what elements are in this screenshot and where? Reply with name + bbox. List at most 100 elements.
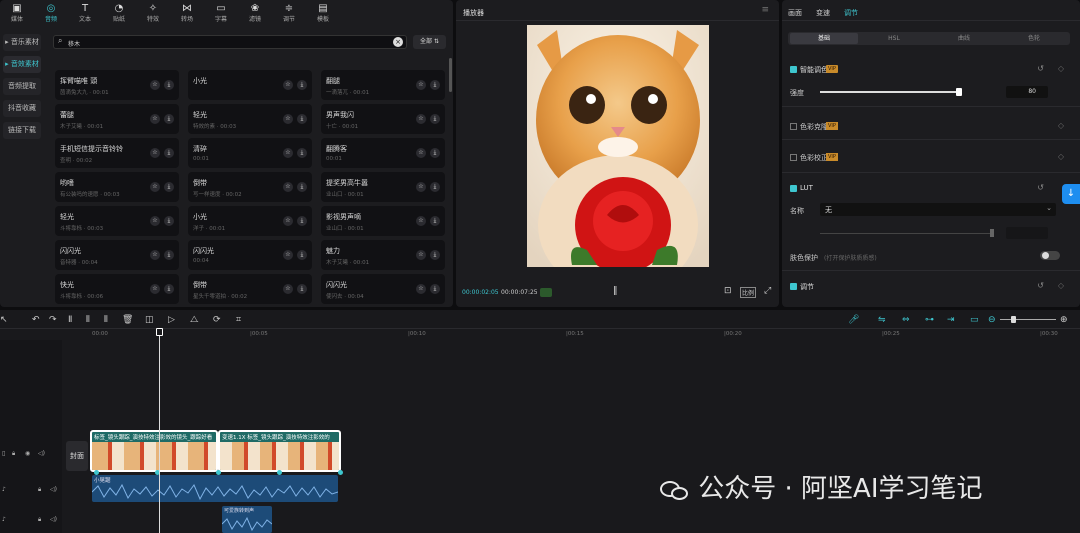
category-item[interactable]: 抖音收藏 (3, 100, 41, 117)
menu-icon[interactable]: ≡ (761, 5, 769, 15)
playhead-handle[interactable] (156, 328, 163, 336)
video-preview[interactable] (527, 25, 709, 267)
download-icon[interactable]: ⤓ (297, 250, 307, 260)
playhead[interactable] (159, 330, 160, 533)
subtab[interactable]: 曲线 (930, 33, 998, 44)
video-clip-1[interactable]: 标签_镜头跟踪_演技特效注影效的镜头_跟踪好看 (90, 430, 218, 472)
download-icon[interactable]: ⤓ (430, 80, 440, 90)
delete-icon[interactable]: 🗑︎ (122, 315, 133, 325)
download-icon[interactable]: ⤓ (297, 148, 307, 158)
favorite-icon[interactable]: ☆ (150, 250, 160, 260)
adjust-checkbox[interactable] (790, 283, 797, 290)
filter-button[interactable]: 全部 ⇅ (413, 35, 446, 49)
tab-audio[interactable]: ◎ 音频 (36, 3, 66, 23)
download-icon[interactable]: ⤓ (297, 114, 307, 124)
speaker-icon[interactable]: ◁) (38, 450, 45, 457)
download-icon[interactable]: ⤓ (430, 216, 440, 226)
intensity-handle[interactable] (956, 88, 962, 96)
download-icon[interactable]: ⤓ (164, 182, 174, 192)
tab-text[interactable]: T 文本 (70, 3, 100, 23)
zoom-slider[interactable] (1000, 319, 1056, 320)
reset-icon[interactable]: ↺ (1037, 281, 1044, 290)
tab-media[interactable]: ▣ 媒体 (2, 3, 32, 23)
favorite-icon[interactable]: ☆ (283, 182, 293, 192)
sound-card[interactable]: 闪闪光 00:04 ☆ ⤓ (188, 240, 312, 270)
caption-track-icon[interactable]: ▭ (970, 315, 979, 325)
favorite-icon[interactable]: ☆ (150, 284, 160, 294)
sound-card[interactable]: 影视男声嘀 业山口 · 00:01 ☆ ⤓ (321, 206, 445, 236)
audio-clip-1[interactable]: 小晃踞 (92, 475, 338, 502)
category-item[interactable]: ▸ 音效素材 (3, 56, 41, 73)
play-range-icon[interactable]: ▷ (168, 315, 175, 325)
download-icon[interactable]: ⤓ (430, 182, 440, 192)
tab-transition[interactable]: ⋈ 转场 (172, 3, 202, 23)
sound-card[interactable]: 哟嗜 有公装吗的速愿 · 00:03 ☆ ⤓ (55, 172, 179, 202)
download-icon[interactable]: ⤓ (430, 148, 440, 158)
tab-sticker[interactable]: ◔ 贴纸 (104, 3, 134, 23)
freeze-icon[interactable]: ◫ (145, 315, 154, 325)
magnet-icon[interactable]: ⇔ (902, 315, 910, 325)
intensity-value[interactable]: 80 (1006, 86, 1048, 98)
favorite-icon[interactable]: ☆ (283, 114, 293, 124)
favorite-icon[interactable]: ☆ (150, 182, 160, 192)
zoom-handle[interactable] (1011, 316, 1016, 323)
download-icon[interactable]: ⤓ (164, 250, 174, 260)
scroll-down-button[interactable]: ↓ (1062, 184, 1080, 204)
favorite-icon[interactable]: ☆ (416, 250, 426, 260)
select-icon[interactable]: ↖ (0, 315, 8, 325)
skin-protect-toggle[interactable] (1040, 251, 1060, 260)
favorite-icon[interactable]: ☆ (416, 182, 426, 192)
sound-card[interactable]: 提奖男高牛嚣 业山口 · 00:01 ☆ ⤓ (321, 172, 445, 202)
split-right-icon[interactable]: ⫴ (104, 315, 108, 325)
favorite-icon[interactable]: ☆ (416, 148, 426, 158)
download-icon[interactable]: ⤓ (297, 284, 307, 294)
download-icon[interactable]: ⤓ (297, 216, 307, 226)
sound-card[interactable]: 清碎 00:01 ☆ ⤓ (188, 138, 312, 168)
download-icon[interactable]: ⤓ (297, 80, 307, 90)
subtab[interactable]: 色轮 (1000, 33, 1068, 44)
sound-card[interactable]: 男声我闪 十亡 · 00:01 ☆ ⤓ (321, 104, 445, 134)
zoom-in-icon[interactable]: ⊕ (1060, 315, 1068, 325)
pause-icon[interactable]: ‖ (613, 286, 618, 296)
category-item[interactable]: 链接下载 (3, 122, 41, 139)
lock-icon[interactable]: 🔒︎ (12, 450, 15, 458)
crop-icon[interactable]: ⌗ (236, 315, 241, 325)
download-icon[interactable]: ⤓ (164, 80, 174, 90)
favorite-icon[interactable]: ☆ (283, 148, 293, 158)
video-clip-2[interactable]: 变速1.1X 标签_镜头跟踪_演技特效注影效的 (218, 430, 341, 472)
category-item[interactable]: 音频提取 (3, 78, 41, 95)
lut-intensity-slider[interactable] (820, 233, 992, 234)
favorite-icon[interactable]: ☆ (150, 80, 160, 90)
favorite-icon[interactable]: ☆ (283, 80, 293, 90)
favorite-icon[interactable]: ☆ (150, 148, 160, 158)
lut-intensity-value[interactable] (1006, 227, 1048, 239)
lock-icon[interactable]: 🔒︎ (38, 516, 41, 524)
favorite-icon[interactable]: ☆ (416, 284, 426, 294)
cover-button[interactable]: 封面 (66, 441, 88, 471)
audio-clip-2[interactable]: 可爱族转到声 (222, 506, 272, 533)
keyframe-dot[interactable] (338, 470, 343, 475)
favorite-icon[interactable]: ☆ (416, 114, 426, 124)
sound-card[interactable]: 倒带 写一样速度 · 00:02 ☆ ⤓ (188, 172, 312, 202)
inspector-tab[interactable]: 变速 (816, 8, 830, 18)
tab-template[interactable]: ▤ 模板 (308, 3, 338, 23)
download-icon[interactable]: ⤓ (164, 148, 174, 158)
download-icon[interactable]: ⤓ (430, 114, 440, 124)
zoom-out-icon[interactable]: ⊖ (988, 315, 996, 325)
sound-card[interactable]: 魅力 木子艾曦 · 00:01 ☆ ⤓ (321, 240, 445, 270)
sound-card[interactable]: 倒带 星头千零道拍 · 00:02 ☆ ⤓ (188, 274, 312, 304)
favorite-icon[interactable]: ☆ (283, 284, 293, 294)
download-icon[interactable]: ⤓ (164, 216, 174, 226)
color-grade-checkbox[interactable] (790, 123, 797, 130)
keyframe-icon[interactable]: ◇ (1058, 64, 1064, 73)
subtab[interactable]: HSL (860, 33, 928, 44)
favorite-icon[interactable]: ☆ (150, 216, 160, 226)
keyframe-icon[interactable]: ◇ (1058, 152, 1064, 161)
preview-axis-icon[interactable]: ⇥ (947, 315, 955, 325)
redo-icon[interactable]: ↷ (49, 315, 57, 325)
speaker-icon[interactable]: ◁) (50, 516, 57, 523)
tab-adjust[interactable]: ≑ 调节 (274, 3, 304, 23)
sound-card[interactable]: 闪闪光 使闪去 · 00:04 ☆ ⤓ (321, 274, 445, 304)
fullscreen-icon[interactable]: ⤢ (764, 286, 771, 296)
sound-card[interactable]: 快光 斗将靠栎 · 00:06 ☆ ⤓ (55, 274, 179, 304)
